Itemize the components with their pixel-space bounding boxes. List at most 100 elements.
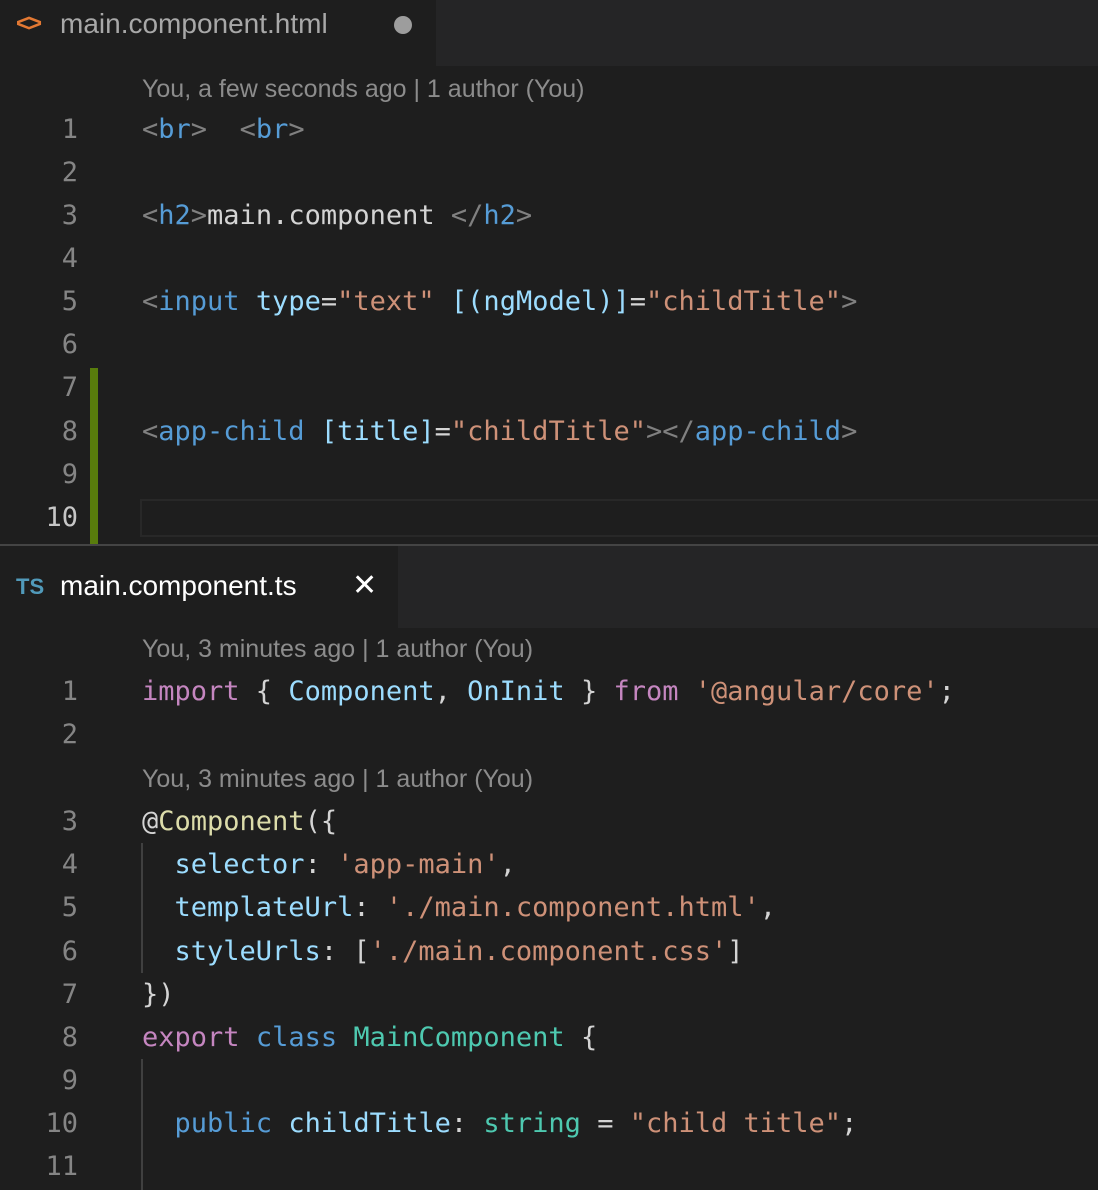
code-token: app-child (694, 416, 842, 447)
code-token: < (142, 416, 159, 447)
html-code-icon: <> (16, 10, 42, 37)
tab-main-component-ts[interactable]: TS main.component.ts ✕ (0, 546, 398, 628)
line-number[interactable]: 7 (0, 366, 78, 409)
code-token: = (434, 416, 451, 447)
code-line[interactable]: styleUrls: ['./main.component.css'] (142, 930, 744, 973)
code-token: templateUrl (174, 892, 354, 923)
code-token: @ (142, 806, 159, 837)
code-line[interactable]: import { Component, OnInit } from '@angu… (142, 670, 955, 713)
line-number[interactable]: 9 (0, 453, 78, 496)
code-token: type (255, 286, 321, 317)
code-token: from (613, 676, 679, 707)
line-number[interactable]: 2 (0, 151, 78, 194)
line-number[interactable]: 10 (0, 1102, 78, 1145)
line-number[interactable]: 3 (0, 800, 78, 843)
code-token: }) (142, 979, 175, 1010)
code-token: ; (938, 676, 955, 707)
line-number[interactable]: 4 (0, 843, 78, 886)
code-token: "childTitle" (450, 416, 646, 447)
code-token: , (434, 676, 468, 707)
line-number[interactable]: 1 (0, 670, 78, 713)
line-number[interactable]: 5 (0, 280, 78, 323)
code-token: string (483, 1108, 581, 1139)
code-token: "child title" (629, 1108, 842, 1139)
git-blame-codelens[interactable]: You, 3 minutes ago | 1 author (You) (142, 759, 533, 799)
code-token: h2 (158, 200, 191, 231)
code-token: public (174, 1108, 273, 1139)
code-line[interactable]: templateUrl: './main.component.html', (142, 886, 776, 929)
code-token: </ (450, 200, 484, 231)
line-number[interactable]: 9 (0, 1059, 78, 1102)
unsaved-changes-icon[interactable] (394, 16, 412, 34)
code-token: export (142, 1022, 240, 1053)
code-token: [(ngModel)] (450, 286, 630, 317)
code-token: < (239, 114, 256, 145)
code-token: > (288, 114, 305, 145)
code-token: { (239, 676, 289, 707)
tab-title: main.component.ts (60, 570, 297, 601)
code-token: : (304, 849, 338, 880)
code-line[interactable]: <input type="text" [(ngModel)]="childTit… (142, 280, 857, 323)
code-token: br (158, 114, 191, 145)
code-line[interactable]: export class MainComponent { (142, 1016, 597, 1059)
code-line[interactable]: <app-child [title]="childTitle"></app-ch… (142, 410, 857, 453)
git-modified-gutter-indicator[interactable] (90, 368, 98, 544)
line-number[interactable]: 8 (0, 1016, 78, 1059)
line-number[interactable]: 4 (0, 237, 78, 280)
line-number[interactable]: 5 (0, 886, 78, 929)
code-token: input (158, 286, 240, 317)
code-line[interactable]: public childTitle: string = "child title… (142, 1102, 858, 1145)
code-token: , (759, 892, 776, 923)
code-token: "childTitle" (646, 286, 842, 317)
line-number[interactable]: 1 (0, 108, 78, 151)
code-token: > (190, 114, 208, 145)
code-token: ({ (304, 806, 338, 837)
git-blame-codelens[interactable]: You, 3 minutes ago | 1 author (You) (142, 629, 533, 669)
line-number[interactable]: 11 (0, 1145, 78, 1188)
code-token: '@angular/core' (694, 676, 939, 707)
code-token: = (320, 286, 338, 317)
code-line[interactable]: selector: 'app-main', (142, 843, 516, 886)
line-number[interactable]: 3 (0, 194, 78, 237)
code-line[interactable]: <br> <br> (142, 108, 305, 151)
code-token: "text" (337, 286, 435, 317)
code-line[interactable]: <h2>main.component </h2> (142, 194, 532, 237)
line-number[interactable]: 6 (0, 930, 78, 973)
line-number[interactable]: 8 (0, 410, 78, 453)
close-icon[interactable]: ✕ (352, 568, 377, 603)
code-token: class (255, 1022, 338, 1053)
code-token: < (142, 200, 159, 231)
code-token: styleUrls (174, 936, 321, 967)
line-number[interactable]: 6 (0, 323, 78, 366)
code-token: ></ (645, 416, 695, 447)
code-token: './main.component.html' (385, 892, 760, 923)
line-number[interactable]: 10 (0, 496, 78, 539)
git-blame-codelens[interactable]: You, a few seconds ago | 1 author (You) (142, 69, 584, 109)
code-token: = (629, 286, 646, 317)
code-token: > (190, 200, 208, 231)
code-line[interactable]: }) (142, 973, 175, 1016)
code-token: > (841, 286, 858, 317)
typescript-icon: TS (16, 574, 45, 599)
code-token: 'app-main' (337, 849, 500, 880)
line-number[interactable]: 7 (0, 973, 78, 1016)
code-token: Component (158, 806, 305, 837)
code-line[interactable]: @Component({ (142, 800, 337, 843)
line-number[interactable]: 2 (0, 713, 78, 756)
code-token: selector (174, 849, 305, 880)
tab-bar: <> main.component.html (0, 0, 1098, 66)
tab-title: main.component.html (60, 8, 328, 39)
code-token: ; (841, 1108, 858, 1139)
tab-main-component-html[interactable]: <> main.component.html (0, 0, 436, 66)
code-token: [title] (320, 416, 435, 447)
code-token: : [ (320, 936, 370, 967)
code-token: < (142, 114, 159, 145)
code-token: < (142, 286, 159, 317)
